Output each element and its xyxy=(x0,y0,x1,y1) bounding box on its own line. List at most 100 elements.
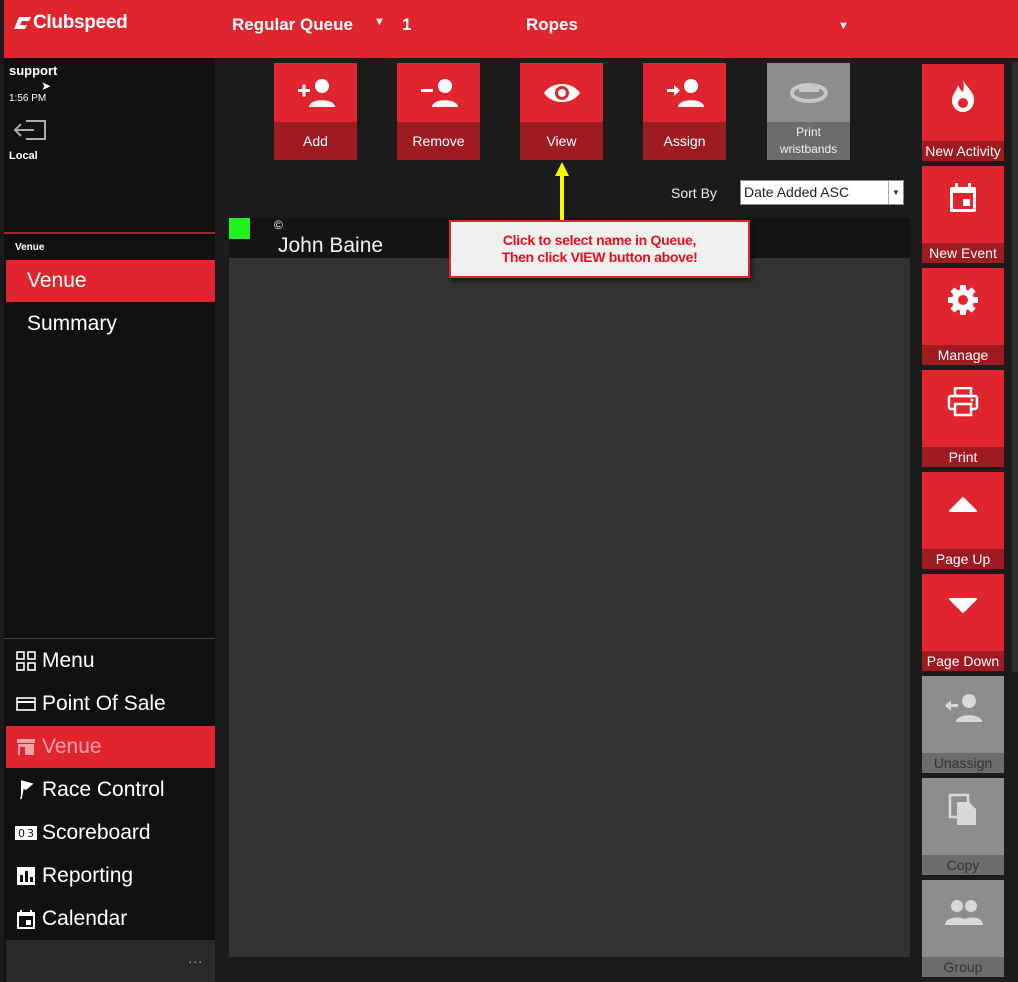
nav-item-venue[interactable]: Venue xyxy=(6,726,215,768)
page-up-label: Page Up xyxy=(922,549,1004,569)
group-icon xyxy=(922,880,1004,944)
rider-name: John Baine xyxy=(278,234,384,257)
person-assign-icon xyxy=(643,63,726,122)
page-up-button[interactable]: Page Up xyxy=(922,472,1004,569)
page-down-button[interactable]: Page Down xyxy=(922,574,1004,671)
annotation-arrow-line xyxy=(560,170,564,222)
print-button[interactable]: Print xyxy=(922,370,1004,467)
status-indicator xyxy=(229,218,250,239)
user-name: support xyxy=(9,63,58,78)
queue-count: 1 xyxy=(402,15,412,34)
divider xyxy=(4,232,215,234)
queue-dropdown-caret-icon[interactable]: ▼ xyxy=(374,16,385,28)
queue-list[interactable] xyxy=(229,258,910,957)
flag-icon xyxy=(15,779,37,801)
more-bar[interactable]: ... xyxy=(6,940,215,982)
svg-text:0: 0 xyxy=(18,827,25,840)
assign-button-label: Assign xyxy=(643,122,726,160)
page-down-label: Page Down xyxy=(922,651,1004,671)
unassign-button[interactable]: Unassign xyxy=(922,676,1004,773)
calendar-icon xyxy=(15,908,37,930)
new-activity-button[interactable]: New Activity xyxy=(922,64,1004,161)
subnav-item-summary[interactable]: Summary xyxy=(6,303,215,345)
more-options-icon[interactable]: ... xyxy=(188,950,203,966)
clock-time: 1:56 PM xyxy=(9,93,47,104)
credit-card-icon xyxy=(15,693,37,715)
add-button-label: Add xyxy=(274,122,357,160)
nav-item-point-of-sale[interactable]: Point Of Sale xyxy=(6,683,215,725)
new-activity-label: New Activity xyxy=(922,141,1004,161)
unassign-label: Unassign xyxy=(922,753,1004,773)
mouse-cursor-icon: ➤ xyxy=(41,79,52,93)
sort-by-label: Sort By xyxy=(671,185,717,201)
printer-icon xyxy=(922,370,1004,434)
person-remove-icon xyxy=(397,63,480,122)
annotation-callout: Click to select name in Queue, Then clic… xyxy=(449,220,750,278)
new-event-label: New Event xyxy=(922,243,1004,263)
logo-swoosh-icon xyxy=(14,17,31,29)
person-add-icon xyxy=(274,63,357,122)
callout-line-1: Click to select name in Queue, xyxy=(502,232,697,248)
manage-button[interactable]: Manage xyxy=(922,268,1004,365)
store-icon xyxy=(15,736,37,758)
track-selector[interactable]: Ropes xyxy=(526,15,578,35)
group-button[interactable]: Group xyxy=(922,880,1004,977)
nav-item-label: Menu xyxy=(42,649,95,672)
grid-icon xyxy=(15,650,37,672)
left-panel: support ➤ 1:56 PM Local Venue Venue Summ… xyxy=(4,58,215,982)
gear-icon xyxy=(922,268,1004,332)
clubspeed-logo: Clubspeed xyxy=(12,12,128,34)
section-label-venue: Venue xyxy=(15,242,45,253)
print-wristbands-button[interactable]: Print wristbands xyxy=(767,63,850,160)
right-edge-strip xyxy=(1012,62,1018,672)
nav-item-label: Race Control xyxy=(42,778,165,801)
eye-icon xyxy=(520,63,603,122)
add-button[interactable]: Add xyxy=(274,63,357,160)
scoreboard-icon: 03 xyxy=(15,822,37,844)
print-wristbands-label: Print wristbands xyxy=(767,122,850,160)
flame-icon xyxy=(922,64,1004,128)
nav-item-menu[interactable]: Menu xyxy=(6,640,215,682)
queue-selector[interactable]: Regular Queue xyxy=(232,15,353,35)
chevron-down-icon[interactable]: ▼ xyxy=(888,181,903,204)
sort-by-select[interactable]: Date Added ASC ▼ xyxy=(740,180,904,205)
top-bar: Clubspeed Regular Queue ▼ 1 Ropes ▼ xyxy=(4,0,1018,58)
row-marker: © xyxy=(274,218,283,232)
bar-chart-icon xyxy=(15,865,37,887)
manage-label: Manage xyxy=(922,345,1004,365)
view-button[interactable]: View xyxy=(520,63,603,160)
view-button-label: View xyxy=(520,122,603,160)
arrow-down-icon xyxy=(922,574,1004,638)
nav-item-label: Calendar xyxy=(42,907,128,930)
location-label: Local xyxy=(9,150,38,162)
logout-icon[interactable] xyxy=(12,118,48,147)
wristband-icon xyxy=(767,63,850,122)
nav-item-reporting[interactable]: Reporting xyxy=(6,855,215,897)
nav-item-scoreboard[interactable]: 03 Scoreboard xyxy=(6,812,215,854)
nav-item-calendar[interactable]: Calendar xyxy=(6,898,215,940)
divider xyxy=(4,638,215,639)
copy-label: Copy xyxy=(922,855,1004,875)
person-unassign-icon xyxy=(922,676,1004,740)
copy-icon xyxy=(922,778,1004,842)
remove-button-label: Remove xyxy=(397,122,480,160)
remove-button[interactable]: Remove xyxy=(397,63,480,160)
callout-line-2: Then click VIEW button above! xyxy=(501,249,698,265)
sort-by-value: Date Added ASC xyxy=(744,184,850,200)
logo-text: Clubspeed xyxy=(33,12,128,33)
nav-item-label: Reporting xyxy=(42,864,134,887)
nav-item-label: Venue xyxy=(42,735,102,758)
subnav-item-venue[interactable]: Venue xyxy=(6,260,215,302)
app-window: Clubspeed Regular Queue ▼ 1 Ropes ▼ supp… xyxy=(0,0,1018,982)
calendar-icon xyxy=(922,166,1004,230)
arrow-up-icon xyxy=(922,472,1004,536)
assign-button[interactable]: Assign xyxy=(643,63,726,160)
track-dropdown-caret-icon[interactable]: ▼ xyxy=(838,20,849,32)
nav-item-label: Point Of Sale xyxy=(42,692,166,715)
copy-button[interactable]: Copy xyxy=(922,778,1004,875)
new-event-button[interactable]: New Event xyxy=(922,166,1004,263)
annotation-arrow-head-icon xyxy=(555,162,569,176)
print-label: Print xyxy=(922,447,1004,467)
nav-item-race-control[interactable]: Race Control xyxy=(6,769,215,811)
group-label: Group xyxy=(922,957,1004,977)
